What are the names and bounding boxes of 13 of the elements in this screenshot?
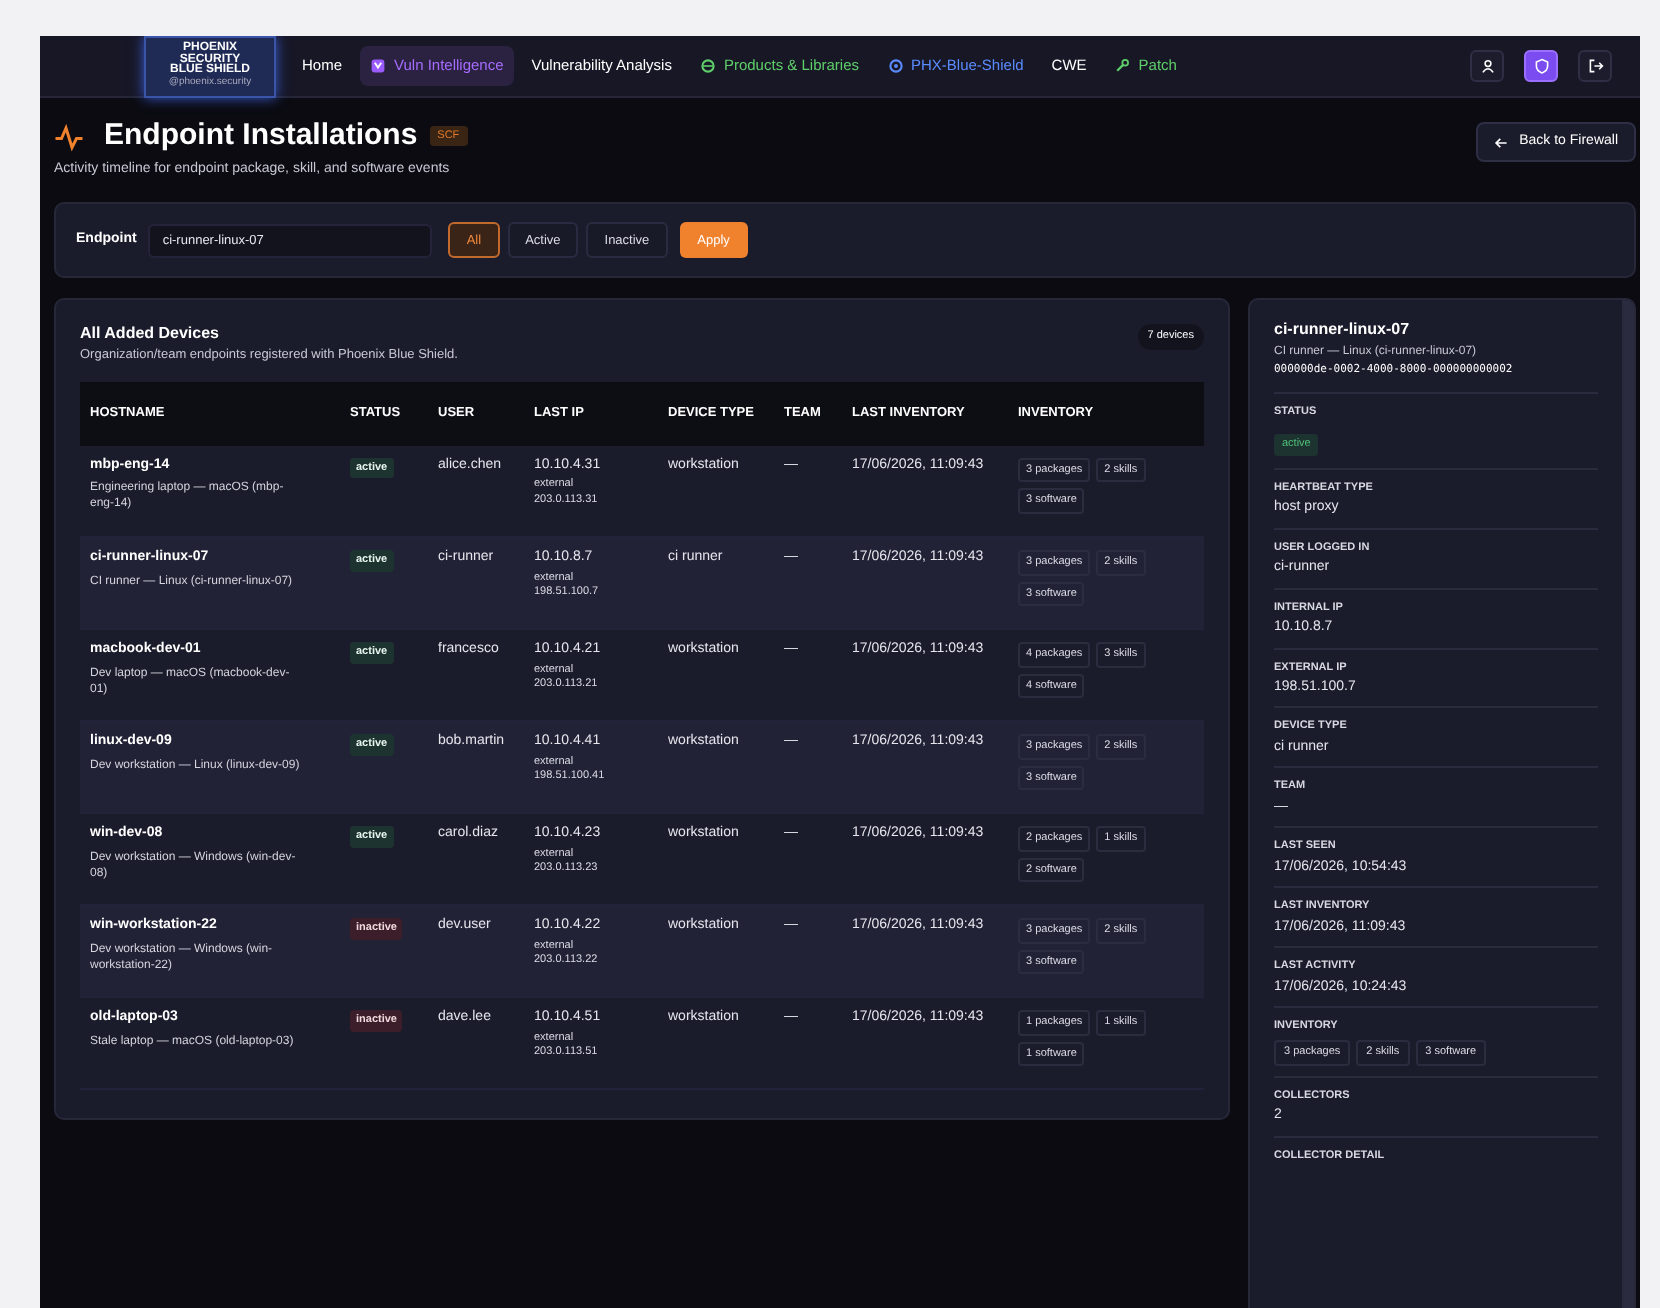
page-title: Endpoint Installations — [104, 118, 418, 154]
shield-button[interactable] — [1524, 50, 1558, 82]
wrench-icon — [1114, 58, 1131, 74]
scrollbar[interactable] — [1622, 300, 1634, 1308]
activity-icon — [54, 121, 84, 151]
logout-icon — [1587, 58, 1603, 74]
user-icon — [1479, 58, 1495, 74]
arrow-left-icon — [1493, 135, 1508, 150]
circle-icon — [887, 58, 903, 74]
logout-button[interactable] — [1578, 50, 1612, 82]
profile-button[interactable] — [1470, 50, 1504, 82]
card-title: All Added Devices — [80, 324, 222, 344]
detail-title: ci-runner-linux-07 — [1274, 320, 1412, 340]
